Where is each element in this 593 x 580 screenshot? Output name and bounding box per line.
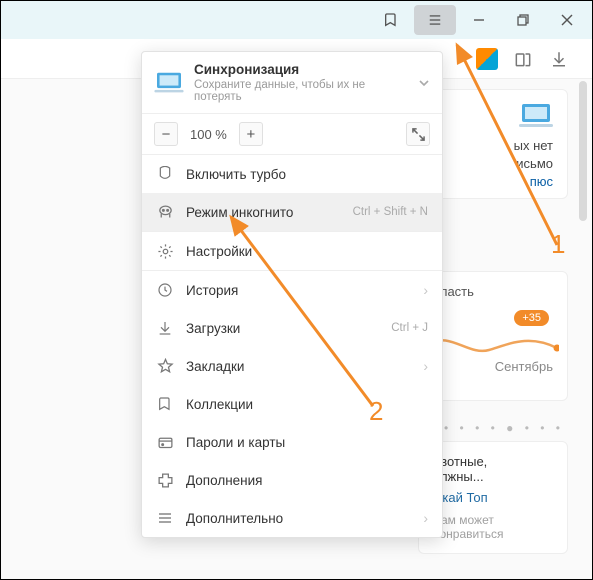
main-menu-button[interactable]: [414, 5, 456, 35]
sync-device-icon: [154, 71, 184, 95]
feed-source: Скай Топ: [433, 490, 553, 505]
hamburger-icon: [156, 509, 174, 527]
feed-title-line: ивотные,: [433, 454, 553, 469]
incognito-mask-icon: [156, 203, 174, 221]
menu-item-shortcut: Ctrl + J: [391, 322, 428, 334]
menu-item-settings[interactable]: Настройки: [142, 232, 442, 270]
menu-item-label: Закладки: [186, 359, 411, 374]
chevron-down-icon: [418, 77, 430, 89]
maximize-button[interactable]: [502, 5, 544, 35]
menu-item-label: Загрузки: [186, 321, 379, 336]
menu-item-bookmarks[interactable]: Закладки ›: [142, 347, 442, 385]
menu-item-passwords[interactable]: Пароли и карты: [142, 423, 442, 461]
menu-item-label: Режим инкогнито: [186, 205, 341, 220]
collections-icon[interactable]: [512, 48, 534, 70]
turbo-shield-icon: [156, 165, 174, 183]
app-logo-icon[interactable]: [476, 48, 498, 70]
minimize-button[interactable]: [458, 5, 500, 35]
widget-text: ых нет: [433, 138, 553, 153]
bookmark-icon[interactable]: [370, 5, 412, 35]
menu-item-downloads[interactable]: Загрузки Ctrl + J: [142, 309, 442, 347]
menu-item-addons[interactable]: Дополнения: [142, 461, 442, 499]
carousel-dots[interactable]: • • • • ● • • •: [444, 421, 564, 435]
annotation-label-1: 1: [551, 229, 565, 260]
menu-sync-row[interactable]: Синхронизация Сохраните данные, чтобы их…: [142, 52, 442, 113]
close-button[interactable]: [546, 5, 588, 35]
menu-item-incognito[interactable]: Режим инкогнито Ctrl + Shift + N: [142, 193, 442, 231]
zoom-in-button[interactable]: +: [239, 122, 263, 146]
downloads-icon[interactable]: [548, 48, 570, 70]
scrollbar[interactable]: [576, 81, 590, 577]
chevron-right-icon: ›: [423, 282, 428, 298]
menu-item-history[interactable]: История ›: [142, 271, 442, 309]
menu-item-advanced[interactable]: Дополнительно ›: [142, 499, 442, 537]
star-icon: [156, 357, 174, 375]
clock-icon: [156, 281, 174, 299]
menu-item-label: Включить турбо: [186, 167, 428, 182]
widget-text: исьмо: [433, 156, 553, 171]
fullscreen-button[interactable]: [406, 122, 430, 146]
main-menu-popup: Синхронизация Сохраните данные, чтобы их…: [141, 51, 443, 538]
zoom-value: 100 %: [186, 127, 231, 142]
sync-title: Синхронизация: [194, 62, 408, 77]
feed-hint: Вам может понравиться: [433, 513, 553, 541]
feed-title-line: олжны...: [433, 469, 553, 484]
zoom-row: − 100 % +: [142, 114, 442, 154]
card-icon: [156, 433, 174, 451]
window-titlebar: [1, 1, 592, 39]
weather-temp-badge: +35: [514, 310, 549, 326]
menu-item-shortcut: Ctrl + Shift + N: [353, 206, 428, 218]
weather-chart-icon: [429, 326, 559, 366]
menu-item-label: Коллекции: [186, 397, 428, 412]
widget-link[interactable]: пюс: [433, 174, 553, 189]
annotation-label-2: 2: [369, 396, 383, 427]
puzzle-icon: [156, 471, 174, 489]
sync-subtitle: Сохраните данные, чтобы их не потерять: [194, 79, 408, 103]
menu-item-label: Дополнительно: [186, 511, 411, 526]
device-icon: [519, 102, 553, 130]
menu-item-collections[interactable]: Коллекции: [142, 385, 442, 423]
menu-item-label: Пароли и карты: [186, 435, 428, 450]
weather-region: бласть: [433, 284, 553, 299]
menu-item-label: Дополнения: [186, 473, 428, 488]
bookmark-icon: [156, 395, 174, 413]
gear-icon: [156, 242, 174, 260]
chevron-right-icon: ›: [423, 510, 428, 526]
menu-item-label: История: [186, 283, 411, 298]
zoom-out-button[interactable]: −: [154, 122, 178, 146]
download-icon: [156, 319, 174, 337]
menu-item-turbo[interactable]: Включить турбо: [142, 155, 442, 193]
chevron-right-icon: ›: [423, 358, 428, 374]
menu-item-label: Настройки: [186, 244, 428, 259]
scrollbar-thumb[interactable]: [579, 81, 587, 221]
